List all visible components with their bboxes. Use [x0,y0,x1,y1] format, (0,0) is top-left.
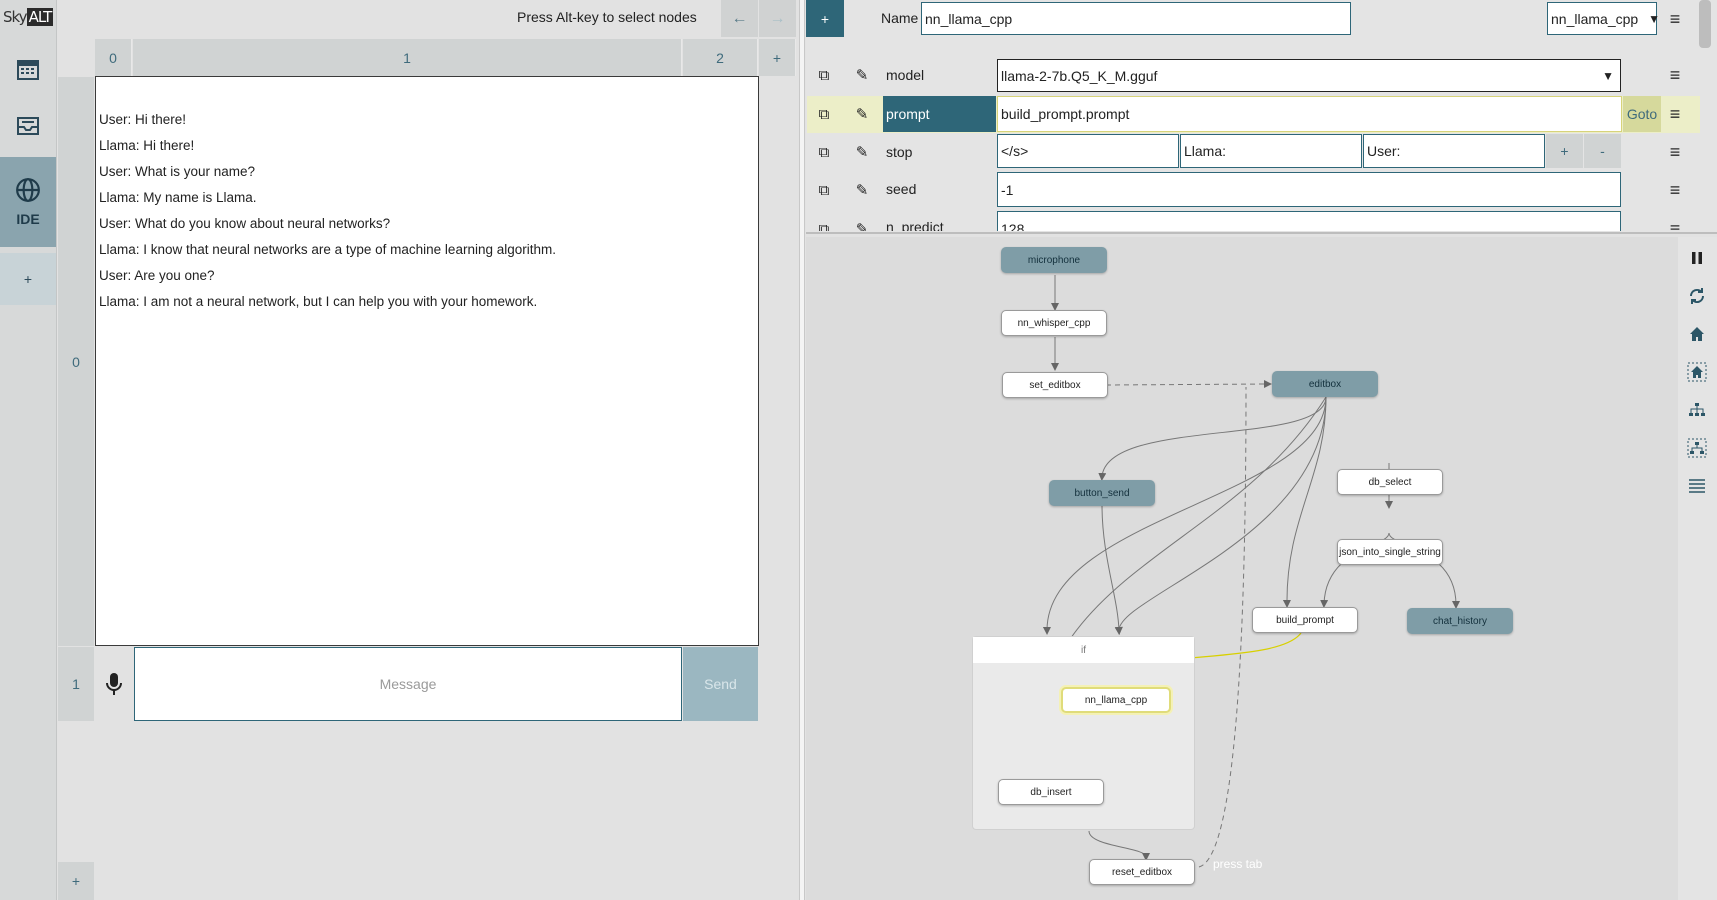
chat-line: Llama: My name is Llama. [99,190,257,205]
copy-icon[interactable]: ⧉ [811,101,837,127]
chat-line: Llama: Hi there! [99,138,195,153]
stop-add-button[interactable]: + [1546,134,1583,168]
param-name-model: model [886,67,925,83]
inbox-icon [17,117,39,135]
stop-value-3[interactable]: User: [1363,134,1545,168]
chat-line: User: Are you one? [99,268,215,283]
node-type-select[interactable]: nn_llama_cpp ▼ [1547,2,1661,35]
param-name-n-predict: n_predict [886,219,944,231]
list-icon[interactable] [1686,475,1708,497]
panel-divider[interactable] [799,0,805,900]
back-button[interactable]: ← [721,0,758,37]
node-build-prompt[interactable]: build_prompt [1252,607,1358,633]
add-node-button[interactable]: + [806,0,844,37]
row-menu-icon[interactable]: ≡ [1662,62,1688,88]
node-reset-editbox[interactable]: reset_editbox [1089,859,1195,885]
chat-line: User: Hi there! [99,112,187,127]
prompt-input[interactable]: build_prompt.prompt [997,96,1622,132]
row-menu-icon[interactable]: ≡ [1662,139,1688,165]
graph-edges [1027,275,1460,868]
name-label: Name [881,10,919,26]
edit-icon[interactable]: ✎ [849,101,875,127]
microphone-icon [106,673,122,695]
hierarchy-icon[interactable] [1686,399,1708,421]
dropdown-arrow-icon: ▼ [1648,11,1661,26]
dropdown-arrow-icon: ▼ [1602,68,1614,83]
app-sidebar: Sky ALT IDE + [0,0,57,900]
stop-remove-button[interactable]: - [1584,134,1621,168]
header-menu-icon[interactable]: ≡ [1662,6,1688,32]
forward-button[interactable]: → [759,0,796,37]
add-row-button[interactable]: + [58,862,94,900]
node-set-editbox[interactable]: set_editbox [1002,372,1108,398]
home-frame-icon[interactable] [1686,361,1708,383]
ide-label: IDE [16,211,40,227]
column-header-2[interactable]: 2 [683,39,758,76]
alt-key-hint: Press Alt-key to select nodes [517,9,697,25]
sidebar-inbox-button[interactable] [0,105,56,147]
node-db-insert[interactable]: db_insert [998,779,1104,805]
param-name-stop: stop [886,144,913,160]
globe-icon [16,178,40,202]
edit-icon[interactable]: ✎ [849,216,875,231]
sidebar-calendar-button[interactable] [0,48,56,90]
chat-line: User: What is your name? [99,164,256,179]
node-name-input[interactable]: nn_llama_cpp [921,2,1351,35]
node-nn-whisper-cpp[interactable]: nn_whisper_cpp [1001,310,1107,336]
copy-icon[interactable]: ⧉ [811,216,837,232]
node-json-into-single-string[interactable]: json_into_single_string [1337,539,1443,565]
node-db-select[interactable]: db_select [1337,469,1443,495]
column-header-0[interactable]: 0 [95,39,132,76]
if-group-title[interactable]: if [973,637,1194,663]
app-logo: Sky ALT [3,8,54,26]
n-predict-input[interactable]: 128 [997,211,1621,231]
message-input[interactable]: Message [134,647,682,721]
sidebar-add-button[interactable]: + [0,253,56,305]
node-nn-llama-cpp[interactable]: nn_llama_cpp [1061,687,1171,713]
edit-icon[interactable]: ✎ [849,177,875,203]
add-column-button[interactable]: + [759,39,796,76]
node-editbox[interactable]: editbox [1272,371,1378,397]
column-header-1[interactable]: 1 [133,39,682,76]
param-name-seed: seed [886,181,917,197]
refresh-icon[interactable] [1686,285,1708,307]
goto-button[interactable]: Goto [1623,96,1661,132]
node-microphone[interactable]: microphone [1001,247,1107,273]
row-header-1[interactable]: 1 [58,647,94,721]
param-name-prompt: prompt [883,96,996,132]
row-header-0[interactable]: 0 [58,77,94,646]
calendar-icon [17,60,39,80]
graph-toolbar [1678,237,1717,900]
node-chat-history[interactable]: chat_history [1407,608,1513,634]
row-menu-icon[interactable]: ≡ [1662,101,1688,127]
panel-separator [806,232,1717,234]
hierarchy-frame-icon[interactable] [1686,437,1708,459]
node-graph-canvas[interactable]: if microphone nn_whisper_cpp set_editbox… [806,237,1678,900]
stop-value-1[interactable]: </s> [997,134,1179,168]
chat-history-view: User: Hi there! Llama: Hi there! User: W… [95,76,759,646]
row-menu-icon[interactable]: ≡ [1662,216,1688,232]
copy-icon[interactable]: ⧉ [811,139,837,165]
microphone-button[interactable] [95,647,133,721]
node-button-send[interactable]: button_send [1049,480,1155,506]
model-select[interactable]: llama-2-7b.Q5_K_M.gguf ▼ [997,59,1621,92]
edit-icon[interactable]: ✎ [849,62,875,88]
chat-line: Llama: I know that neural networks are a… [99,242,556,257]
copy-icon[interactable]: ⧉ [811,177,837,203]
sidebar-ide-button[interactable]: IDE [0,157,56,247]
send-button[interactable]: Send [683,647,758,721]
home-icon[interactable] [1686,323,1708,345]
properties-scrollbar[interactable] [1699,0,1711,48]
press-tab-hint: press tab [1213,857,1263,871]
seed-input[interactable]: -1 [997,172,1621,207]
chat-line: User: What do you know about neural netw… [99,216,391,231]
n-predict-row: ⧉ ✎ n_predict 128 ≡ [806,210,1699,231]
row-menu-icon[interactable]: ≡ [1662,177,1688,203]
stop-value-2[interactable]: Llama: [1180,134,1362,168]
pause-icon[interactable] [1686,247,1708,269]
edit-icon[interactable]: ✎ [849,139,875,165]
chat-line: Llama: I am not a neural network, but I … [99,294,538,309]
properties-panel: + Name nn_llama_cpp nn_llama_cpp ▼ ≡ ⧉ ✎ … [806,0,1717,232]
copy-icon[interactable]: ⧉ [811,62,837,88]
